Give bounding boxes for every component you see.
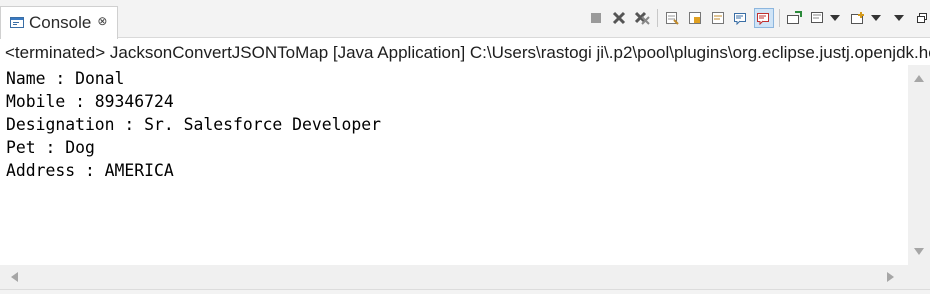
vertical-scrollbar[interactable] <box>908 65 930 265</box>
toolbar-separator <box>657 9 658 27</box>
scrollbar-corner <box>908 265 930 289</box>
open-console-icon[interactable] <box>848 8 868 28</box>
terminate-icon[interactable] <box>586 8 606 28</box>
remove-all-terminated-icon[interactable] <box>632 8 652 28</box>
scroll-lock-icon[interactable] <box>685 8 705 28</box>
process-status-line: <terminated> JacksonConvertJSONToMap [Ja… <box>5 43 930 62</box>
console-output[interactable]: Name : Donal Mobile : 89346724 Designati… <box>0 65 908 265</box>
console-view-header: Console ⊗ <box>0 0 930 39</box>
word-wrap-icon[interactable] <box>708 8 728 28</box>
tab-console[interactable]: Console ⊗ <box>0 6 118 39</box>
clear-console-icon[interactable] <box>662 8 682 28</box>
remove-launch-icon[interactable] <box>609 8 629 28</box>
horizontal-scrollbar[interactable] <box>0 265 908 289</box>
console-icon <box>10 16 24 30</box>
chevron-down-icon[interactable] <box>871 8 881 28</box>
display-selected-console-icon[interactable] <box>807 8 827 28</box>
scroll-right-icon[interactable] <box>887 272 894 282</box>
tab-label: Console <box>29 13 92 32</box>
output-line: Name : Donal <box>6 69 125 88</box>
show-stdout-icon[interactable] <box>731 8 751 28</box>
output-line: Pet : Dog <box>6 138 95 157</box>
chevron-down-icon[interactable] <box>830 8 840 28</box>
output-line: Designation : Sr. Salesforce Developer <box>6 115 381 134</box>
scroll-up-icon[interactable] <box>914 75 924 82</box>
view-menu-icon[interactable] <box>889 8 909 28</box>
scroll-down-icon[interactable] <box>914 248 924 255</box>
close-icon[interactable]: ⊗ <box>97 14 107 28</box>
toolbar-separator <box>779 9 780 27</box>
console-toolbar <box>586 8 930 28</box>
view-bottom-border <box>0 289 930 294</box>
output-line: Address : AMERICA <box>6 161 174 180</box>
pin-console-icon[interactable] <box>784 8 804 28</box>
show-stderr-icon[interactable] <box>754 8 774 28</box>
scroll-left-icon[interactable] <box>11 272 18 282</box>
output-line: Mobile : 89346724 <box>6 92 174 111</box>
minimize-icon[interactable] <box>912 8 930 28</box>
